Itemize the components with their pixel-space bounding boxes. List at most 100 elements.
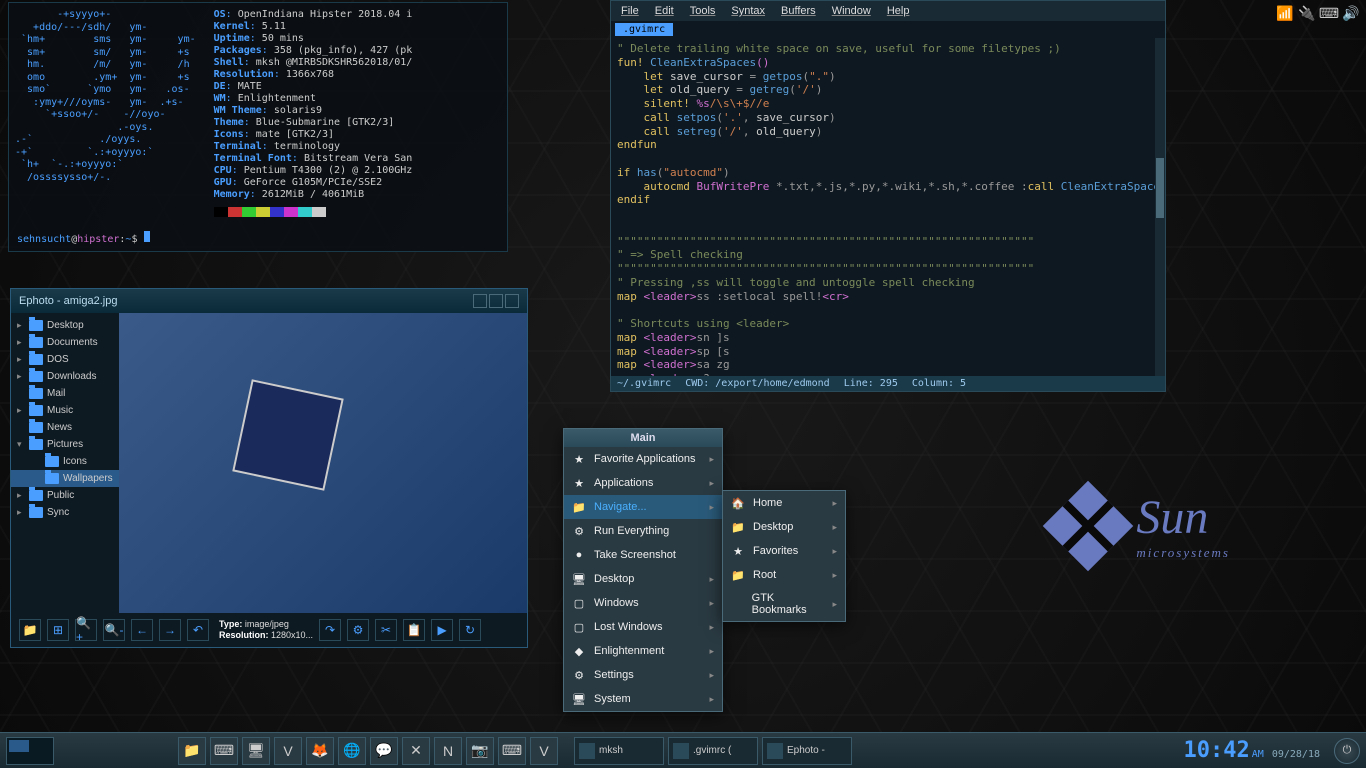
launcher-3[interactable]: V [274, 737, 302, 765]
tree-item-wallpapers[interactable]: Wallpapers [11, 470, 119, 487]
gvim-menu-syntax[interactable]: Syntax [731, 5, 765, 17]
toolbar-rotate-left-button[interactable]: ↶ [187, 619, 209, 641]
gvim-menu-tools[interactable]: Tools [690, 5, 716, 17]
toolbar-refresh-button[interactable]: ↻ [459, 619, 481, 641]
launcher-10[interactable]: ⌨ [498, 737, 526, 765]
menu-item-navigate-[interactable]: 📁Navigate...▸ [564, 495, 722, 519]
power-manager-icon[interactable]: 🔌 [1298, 4, 1316, 22]
toolbar-play-button[interactable]: ▶ [431, 619, 453, 641]
launcher-1[interactable]: ⌨ [210, 737, 238, 765]
task--gvimrc-[interactable]: .gvimrc ( [668, 737, 758, 765]
tree-item-downloads[interactable]: ▸Downloads [11, 368, 119, 385]
gvim-window: File Edit Tools Syntax Buffers Window Help .gv… [610, 0, 1166, 392]
launcher-6[interactable]: 💬 [370, 737, 398, 765]
gvim-editor[interactable]: " Delete trailing white space on save, u… [611, 38, 1165, 376]
close-button[interactable] [505, 294, 519, 308]
folder-icon [29, 490, 43, 501]
gvim-menu-buffers[interactable]: Buffers [781, 5, 816, 17]
sysinfo-os: OS: OpenIndiana Hipster 2018.04 i [214, 9, 413, 20]
tree-item-public[interactable]: ▸Public [11, 487, 119, 504]
tree-item-sync[interactable]: ▸Sync [11, 504, 119, 521]
launcher-4[interactable]: 🦊 [306, 737, 334, 765]
tree-item-mail[interactable]: Mail [11, 385, 119, 402]
menu-item-enlightenment[interactable]: ◆Enlightenment▸ [564, 639, 722, 663]
menu-item-favorite-applications[interactable]: ★Favorite Applications▸ [564, 447, 722, 471]
desktop-pager[interactable] [6, 737, 54, 765]
menu-item-lost-windows[interactable]: ▢Lost Windows▸ [564, 615, 722, 639]
menu-item-desktop[interactable]: 🖥Desktop▸ [564, 567, 722, 591]
submenu-item-gtk-bookmarks[interactable]: GTK Bookmarks▸ [723, 587, 845, 621]
folder-icon [29, 320, 43, 331]
submenu-arrow-icon: ▸ [709, 598, 714, 609]
shell-prompt[interactable]: sehnsucht@hipster:~$ [17, 231, 150, 245]
menu-item-system[interactable]: 🖥System▸ [564, 687, 722, 711]
folder-tree[interactable]: ▸Desktop▸Documents▸DOS▸DownloadsMail▸Mus… [11, 313, 119, 613]
tree-item-documents[interactable]: ▸Documents [11, 334, 119, 351]
menu-icon: ● [572, 548, 586, 562]
submenu-item-home[interactable]: 🏠Home▸ [723, 491, 845, 515]
toolbar-zoom-in-button[interactable]: 🔍+ [75, 619, 97, 641]
menu-item-settings[interactable]: ⚙Settings▸ [564, 663, 722, 687]
toolbar-next-button[interactable]: → [159, 619, 181, 641]
launcher-5[interactable]: 🌐 [338, 737, 366, 765]
gvim-menu-window[interactable]: Window [832, 5, 871, 17]
menu-item-take-screenshot[interactable]: ●Take Screenshot [564, 543, 722, 567]
gvim-menu-file[interactable]: File [621, 5, 639, 17]
menu-item-run-everything[interactable]: ⚙Run Everything [564, 519, 722, 543]
gvim-tab[interactable]: .gvimrc [615, 23, 673, 36]
gvim-menu-help[interactable]: Help [887, 5, 910, 17]
tree-item-desktop[interactable]: ▸Desktop [11, 317, 119, 334]
toolbar-settings-button[interactable]: ⚙ [347, 619, 369, 641]
launcher-11[interactable]: V [530, 737, 558, 765]
sysinfo-terminal-font: Terminal Font: Bitstream Vera San [214, 153, 413, 164]
menu-item-windows[interactable]: ▢Windows▸ [564, 591, 722, 615]
gvim-menu-edit[interactable]: Edit [655, 5, 674, 17]
launcher-2[interactable]: 🖥 [242, 737, 270, 765]
sysinfo-cpu: CPU: Pentium T4300 (2) @ 2.100GHz [214, 165, 413, 176]
keyboard-icon[interactable]: ⌨ [1320, 4, 1338, 22]
sysinfo-wm-theme: WM Theme: solaris9 [214, 105, 413, 116]
tree-item-icons[interactable]: Icons [11, 453, 119, 470]
toolbar-open-button[interactable]: 📁 [19, 619, 41, 641]
gvim-menubar: File Edit Tools Syntax Buffers Window Help [611, 1, 1165, 21]
minimize-button[interactable] [473, 294, 487, 308]
submenu-arrow-icon: ▸ [832, 546, 837, 557]
toolbar-cut-button[interactable]: ✂ [375, 619, 397, 641]
tree-item-dos[interactable]: ▸DOS [11, 351, 119, 368]
task-mksh[interactable]: mksh [574, 737, 664, 765]
toolbar-zoom-out-button[interactable]: 🔍- [103, 619, 125, 641]
folder-icon [29, 422, 43, 433]
submenu-item-desktop[interactable]: 📁Desktop▸ [723, 515, 845, 539]
toolbar-grid-button[interactable]: ⊞ [47, 619, 69, 641]
wifi-icon[interactable]: 📶 [1276, 4, 1294, 22]
launcher-0[interactable]: 📁 [178, 737, 206, 765]
menu-icon: 📁 [572, 500, 586, 514]
launcher-8[interactable]: N [434, 737, 462, 765]
tree-item-music[interactable]: ▸Music [11, 402, 119, 419]
launcher-7[interactable]: ✕ [402, 737, 430, 765]
toolbar-copy-button[interactable]: 📋 [403, 619, 425, 641]
submenu-item-root[interactable]: 📁Root▸ [723, 563, 845, 587]
power-button[interactable]: ⏻ [1334, 738, 1360, 764]
ephoto-titlebar[interactable]: Ephoto - amiga2.jpg [11, 289, 527, 313]
task-ephoto-[interactable]: Ephoto - [762, 737, 852, 765]
menu-icon: 📁 [731, 520, 745, 534]
toolbar-rotate-right-button[interactable]: ↷ [319, 619, 341, 641]
menu-item-applications[interactable]: ★Applications▸ [564, 471, 722, 495]
folder-icon [29, 507, 43, 518]
clock[interactable]: 10:42 AM 09/28/18 [1184, 738, 1320, 763]
volume-icon[interactable]: 🔊 [1342, 4, 1360, 22]
maximize-button[interactable] [489, 294, 503, 308]
menu-icon: ⚙ [572, 524, 586, 538]
tree-item-news[interactable]: News [11, 419, 119, 436]
launcher-9[interactable]: 📷 [466, 737, 494, 765]
image-viewport[interactable] [119, 313, 527, 613]
gvim-scrollbar[interactable] [1155, 38, 1165, 376]
sysinfo-terminal: Terminal: terminology [214, 141, 413, 152]
tree-item-pictures[interactable]: ▾Pictures [11, 436, 119, 453]
toolbar-prev-button[interactable]: ← [131, 619, 153, 641]
submenu-arrow-icon: ▸ [709, 694, 714, 705]
sysinfo-resolution: Resolution: 1366x768 [214, 69, 413, 80]
image-info: Type: image/jpeg Resolution: 1280x10... [219, 619, 313, 641]
submenu-item-favorites[interactable]: ★Favorites▸ [723, 539, 845, 563]
